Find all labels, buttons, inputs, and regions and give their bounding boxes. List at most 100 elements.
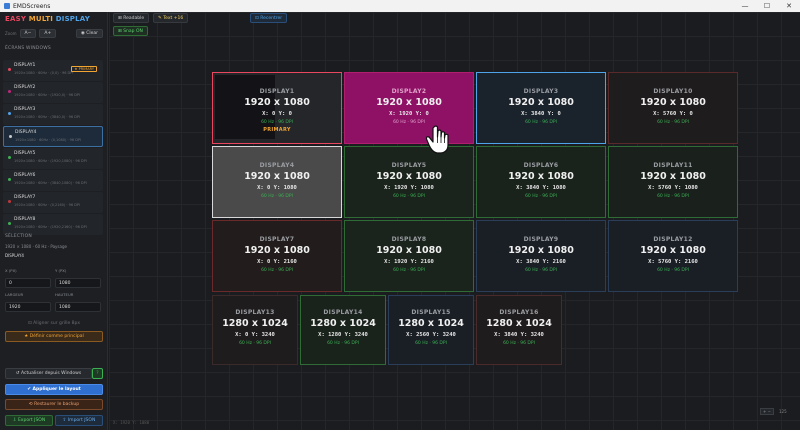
monitor-name: DISPLAY8: [391, 236, 427, 243]
height-input[interactable]: 1080: [55, 302, 101, 312]
restore-backup-button[interactable]: ⟲ Restaurer le backup: [5, 399, 103, 410]
monitor-resolution: 1920 x 1080: [376, 171, 442, 182]
close-button[interactable]: ✕: [778, 2, 800, 10]
monitor-resolution: 1920 x 1080: [640, 97, 706, 108]
maximize-button[interactable]: ☐: [756, 2, 778, 10]
hand-cursor-icon: [425, 125, 449, 154]
status-dot-icon: [8, 222, 11, 225]
import-json-button[interactable]: ⇧ Import JSON: [55, 415, 103, 426]
monitor-tile[interactable]: DISPLAY10 1920 x 1080 X: 5760 Y: 0 60 Hz · …: [608, 72, 738, 144]
text-size-button[interactable]: ✎ Text +16: [153, 13, 189, 23]
snap-toggle[interactable]: ⊞ Snap ON: [113, 26, 148, 36]
monitor-name: DISPLAY13: [235, 309, 275, 316]
set-primary-button[interactable]: ★ Définir comme principal: [5, 331, 103, 342]
export-json-button[interactable]: ⇩ Export JSON: [5, 415, 53, 426]
monitor-position: X: 0 Y: 3240: [235, 332, 275, 338]
monitor-refresh: 60 Hz · 96 DPI: [525, 120, 557, 125]
readable-button[interactable]: ⊞ Readable: [113, 13, 150, 23]
monitor-resolution: 1920 x 1080: [508, 97, 574, 108]
zoom-minus-button[interactable]: A−: [19, 28, 37, 38]
monitor-tile[interactable]: DISPLAY13 1280 x 1024 X: 0 Y: 3240 60 Hz · …: [212, 295, 298, 365]
monitor-name: DISPLAY1: [259, 88, 295, 95]
monitor-position: X: 0 Y: 1080: [257, 185, 297, 191]
monitor-resolution: 1920 x 1080: [376, 97, 442, 108]
monitor-tile[interactable]: DISPLAY6 1920 x 1080 X: 3840 Y: 1080 60 Hz …: [476, 146, 606, 218]
screen-list: DISPLAY1 1920×1080 · 60Hz · (0,0) · 96 DP…: [3, 60, 103, 238]
brand-part3: DISPLAY: [55, 15, 91, 23]
screen-name: DISPLAY5: [14, 151, 36, 156]
monitor-tile[interactable]: DISPLAY1 1920 x 1080 X: 0 Y: 0 60 Hz · 96 D…: [212, 72, 342, 144]
monitor-position: X: 3840 Y: 0: [521, 111, 561, 117]
monitor-position: X: 5760 Y: 1080: [648, 185, 698, 191]
monitor-position: X: 3840 Y: 1080: [516, 185, 566, 191]
monitor-resolution: 1920 x 1080: [508, 245, 574, 256]
monitor-resolution: 1920 x 1080: [244, 171, 310, 182]
canvas-zoom-buttons[interactable]: + −: [760, 408, 774, 415]
zoom-label: Zoom: [5, 30, 17, 36]
monitor-resolution: 1280 x 1024: [222, 318, 288, 329]
monitor-position: X: 1280 Y: 3240: [318, 332, 368, 338]
monitor-name: DISPLAY15: [411, 309, 451, 316]
help-button[interactable]: ?: [92, 368, 103, 379]
monitor-refresh: 60 Hz · 96 DPI: [657, 120, 689, 125]
canvas-zoom-value: 125: [778, 409, 787, 414]
monitor-tile[interactable]: DISPLAY15 1280 x 1024 X: 2560 Y: 3240 60 Hz…: [388, 295, 474, 365]
brand-logo: EASY MULTI DISPLAY: [5, 15, 90, 23]
monitor-resolution: 1920 x 1080: [376, 245, 442, 256]
monitor-tile[interactable]: DISPLAY5 1920 x 1080 X: 1920 Y: 1080 60 Hz …: [344, 146, 474, 218]
monitor-resolution: 1280 x 1024: [398, 318, 464, 329]
monitor-resolution: 1920 x 1080: [640, 245, 706, 256]
screen-list-item[interactable]: DISPLAY3 1920×1080 · 60Hz · (3840,0) · 96…: [3, 104, 103, 125]
monitor-refresh: 60 Hz · 96 DPI: [503, 341, 535, 346]
y-input[interactable]: 1080: [55, 278, 101, 288]
sidebar: EASY MULTI DISPLAY Zoom A− A+ ◉ Clear ÉC…: [0, 12, 108, 430]
status-dot-icon: [8, 90, 11, 93]
apply-layout-button[interactable]: ✔ Appliquer le layout: [5, 384, 103, 395]
monitor-tile[interactable]: DISPLAY16 1280 x 1024 X: 3840 Y: 3240 60 Hz…: [476, 295, 562, 365]
monitor-name: DISPLAY6: [523, 162, 559, 169]
monitor-name: DISPLAY9: [523, 236, 559, 243]
screen-list-item[interactable]: DISPLAY6 1920×1080 · 60Hz · (3840,1080) ·…: [3, 170, 103, 191]
screen-list-item[interactable]: DISPLAY8 1920×1080 · 60Hz · (1920,2160) ·…: [3, 214, 103, 235]
monitor-tile[interactable]: DISPLAY12 1920 x 1080 X: 5760 Y: 2160 60 Hz…: [608, 220, 738, 292]
monitor-refresh: 60 Hz · 96 DPI: [525, 194, 557, 199]
monitor-tile[interactable]: DISPLAY4 1920 x 1080 X: 0 Y: 1080 60 Hz · 9…: [212, 146, 342, 218]
monitor-name: DISPLAY10: [653, 88, 693, 95]
status-dot-icon: [8, 68, 11, 71]
monitor-tile[interactable]: DISPLAY14 1280 x 1024 X: 1280 Y: 3240 60 Hz…: [300, 295, 386, 365]
monitor-tile[interactable]: DISPLAY8 1920 x 1080 X: 1920 Y: 2160 60 Hz …: [344, 220, 474, 292]
monitor-resolution: 1920 x 1080: [244, 245, 310, 256]
refresh-from-windows-button[interactable]: ↺ Actualiser depuis Windows: [5, 368, 92, 379]
monitor-tile[interactable]: DISPLAY2 1920 x 1080 X: 1920 Y: 0 60 Hz · 9…: [344, 72, 474, 144]
screen-list-item[interactable]: DISPLAY5 1920×1080 · 60Hz · (1920,1080) ·…: [3, 148, 103, 169]
screen-list-item[interactable]: DISPLAY2 1920×1080 · 60Hz · (1920,0) · 96…: [3, 82, 103, 103]
width-input[interactable]: 1920: [5, 302, 51, 312]
monitor-refresh: 60 Hz · 96 DPI: [525, 268, 557, 273]
screen-list-item[interactable]: DISPLAY4 1920×1080 · 60Hz · (0,1080) · 96…: [3, 126, 103, 147]
selection-name: DISPLAY4: [5, 253, 24, 258]
monitor-resolution: 1920 x 1080: [508, 171, 574, 182]
monitor-position: X: 5760 Y: 2160: [648, 259, 698, 265]
monitor-tile[interactable]: DISPLAY11 1920 x 1080 X: 5760 Y: 1080 60 Hz…: [608, 146, 738, 218]
screen-details: 1920×1080 · 60Hz · (1920,1080) · 96 DPI: [14, 159, 87, 163]
monitor-tile[interactable]: DISPLAY3 1920 x 1080 X: 3840 Y: 0 60 Hz · 9…: [476, 72, 606, 144]
monitor-refresh: 60 Hz · 96 DPI: [657, 194, 689, 199]
align-grid-toggle[interactable]: ⊡ Aligner sur grille 8px: [5, 318, 103, 329]
screen-details: 1920×1080 · 60Hz · (3840,1080) · 96 DPI: [14, 181, 87, 185]
monitor-position: X: 3840 Y: 3240: [494, 332, 544, 338]
screen-name: DISPLAY3: [14, 107, 36, 112]
monitor-refresh: 60 Hz · 96 DPI: [393, 194, 425, 199]
clear-button[interactable]: ◉ Clear: [75, 28, 103, 38]
screen-name: DISPLAY4: [15, 130, 37, 135]
monitor-tile[interactable]: DISPLAY9 1920 x 1080 X: 3840 Y: 2160 60 Hz …: [476, 220, 606, 292]
recenter-button[interactable]: ⊡ Recentrer: [250, 13, 288, 23]
x-input[interactable]: 0: [5, 278, 51, 288]
monitor-tile[interactable]: DISPLAY7 1920 x 1080 X: 0 Y: 2160 60 Hz · 9…: [212, 220, 342, 292]
minimize-button[interactable]: —: [734, 2, 756, 10]
screen-list-item[interactable]: DISPLAY1 1920×1080 · 60Hz · (0,0) · 96 DP…: [3, 60, 103, 81]
screen-list-item[interactable]: DISPLAY7 1920×1080 · 60Hz · (0,2160) · 96…: [3, 192, 103, 213]
zoom-plus-button[interactable]: A+: [39, 28, 57, 38]
screen-details: 1920×1080 · 60Hz · (3840,0) · 96 DPI: [14, 115, 81, 119]
monitor-position: X: 0 Y: 2160: [257, 259, 297, 265]
monitor-position: X: 0 Y: 0: [262, 111, 292, 117]
